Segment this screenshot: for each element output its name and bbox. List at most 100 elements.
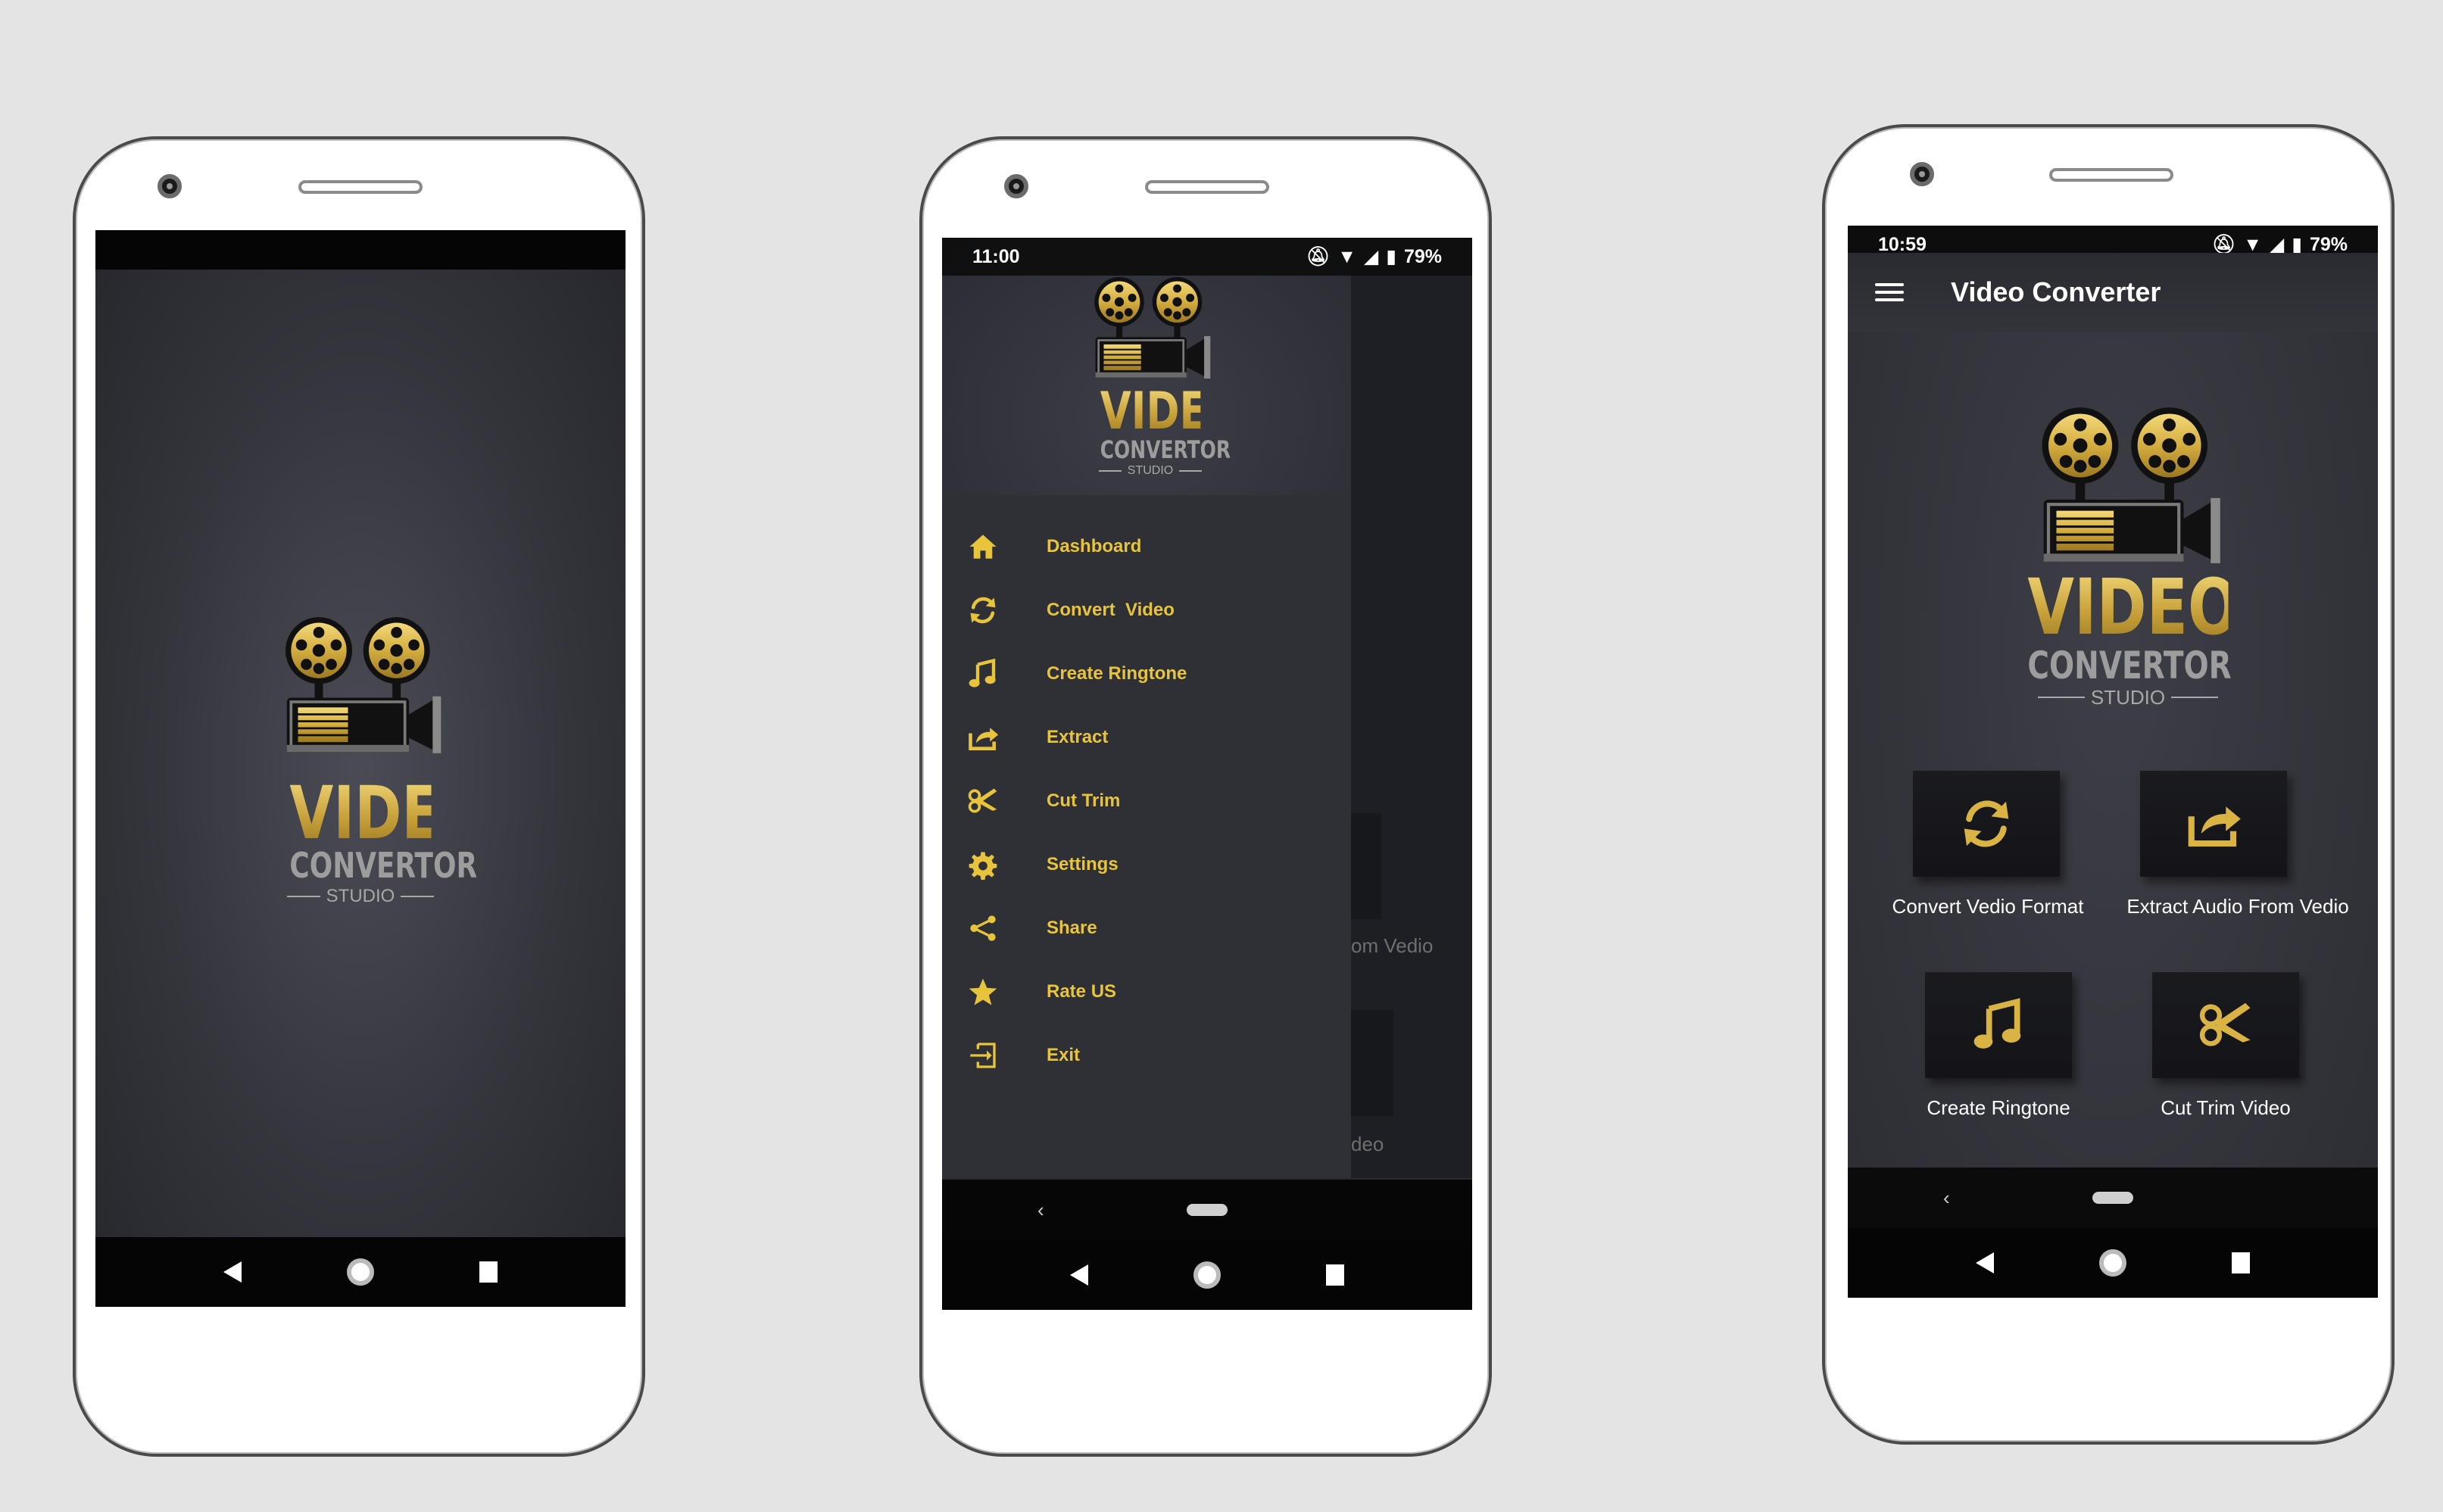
earpiece-speaker [1145,180,1269,194]
recents-button[interactable] [479,1261,498,1283]
logo-word-video: VIDEO [289,771,489,856]
film-projector-icon [1088,271,1212,385]
menu-item-label: Create Ringtone [1047,663,1187,684]
status-bar [95,230,626,270]
menu-item-label: Exit [1047,1045,1081,1065]
gear-icon [965,850,1001,880]
earpiece-speaker [298,180,423,194]
front-camera [158,174,182,198]
mute-icon: 🔕︎ [1306,245,1331,267]
battery-percent: 79% [1403,245,1442,267]
exit-icon [965,1040,1001,1071]
logo-word-studio: STUDIO [270,887,451,906]
share-arrow-icon [2184,794,2243,853]
create-ringtone-button[interactable] [1925,972,2072,1078]
logo-studio-text: STUDIO [2090,686,2166,709]
scissors-icon [2196,996,2255,1055]
extract-audio-button[interactable] [2140,771,2287,877]
navigation-bar [942,1240,1472,1310]
navigation-bar [1848,1228,2378,1298]
menu-item-label: Settings [1047,854,1119,874]
menu-item-dashboard[interactable]: Dashboard [942,515,1351,578]
menu-item-cut-trim[interactable]: Cut Trim [942,769,1351,833]
recents-button[interactable] [2231,1252,2250,1274]
back-button[interactable] [1070,1264,1089,1286]
refresh-icon [1957,794,2016,853]
phone-drawer: om Vedio deo VIDEO CONVERTOR STUDIO Dash… [919,136,1492,1457]
behind-tile-1 [1351,813,1381,919]
navigation-bar [95,1237,626,1307]
app-logo: VIDEO CONVERTOR STUDIO [270,598,489,906]
home-icon [965,531,1001,563]
menu-item-exit[interactable]: Exit [942,1024,1351,1087]
earpiece-speaker [2049,168,2173,182]
home-button[interactable] [2098,1249,2126,1277]
film-projector-icon [277,598,444,772]
menu-item-label: Rate US [1047,981,1117,1002]
battery-icon: ▮ [1386,246,1396,267]
app-title: Video Converter [1951,276,2161,307]
dashboard-screen: 10:59 🔕︎ ▼ ◢ ▮ 79% Video Converter VIDEO… [1848,226,2378,1298]
logo-word-studio: STUDIO [1086,465,1215,477]
menu-item-convert-video[interactable]: Convert Video [942,578,1351,642]
wifi-icon: ▼ [1337,245,1356,267]
home-pill[interactable] [1187,1204,1228,1216]
signal-icon: ◢ [1363,246,1379,267]
phone-splash: VIDEO CONVERTOR STUDIO [73,136,645,1457]
app-bar: Video Converter [1848,253,2378,332]
phone-dashboard: 10:59 🔕︎ ▼ ◢ ▮ 79% Video Converter VIDEO… [1822,124,2395,1445]
star-icon [965,976,1001,1008]
chevron-left-icon[interactable]: ‹ [1037,1199,1044,1222]
menu-item-settings[interactable]: Settings [942,833,1351,896]
menu-item-label: Share [1047,918,1097,938]
menu-item-extract[interactable]: Extract [942,706,1351,769]
gesture-bar: ‹ [1848,1168,2378,1228]
front-camera [1910,162,1934,186]
splash-screen: VIDEO CONVERTOR STUDIO [95,230,626,1307]
back-button[interactable] [223,1261,242,1283]
convert-video-format-button[interactable] [1913,771,2060,877]
tile-label: Convert Vedio Format [1892,895,2084,918]
logo-word-convertor: CONVERTOR [289,845,478,886]
content-behind-drawer: om Vedio deo [1351,276,1472,1178]
cut-trim-video-button[interactable] [2152,972,2299,1078]
menu-item-share[interactable]: Share [942,896,1351,960]
menu-item-rate-us[interactable]: Rate US [942,960,1351,1024]
app-logo: VIDEO CONVERTOR STUDIO [1999,406,2257,707]
logo-word-video: VIDEO [1100,382,1241,441]
logo-studio-text: STUDIO [1127,464,1174,477]
music-note-icon [1970,997,2026,1053]
logo-word-studio: STUDIO [1999,687,2257,707]
front-camera [1004,174,1028,198]
music-note-icon [965,658,1001,690]
gesture-bar: ‹ [942,1180,1472,1240]
status-bar: 11:00 🔕︎ ▼ ◢ ▮ 79% [942,238,1472,276]
film-projector-icon [1999,406,2257,565]
home-pill[interactable] [2092,1192,2133,1204]
tile-label: Cut Trim Video [2161,1096,2291,1119]
drawer-header: VIDEO CONVERTOR STUDIO [942,238,1351,495]
share-arrow-icon [965,721,1001,754]
behind-tile-2 [1351,1010,1393,1116]
drawer-logo: VIDEO CONVERTOR STUDIO [1086,271,1241,477]
menu-item-label: Cut Trim [1047,790,1121,811]
menu-item-label: Extract [1047,727,1109,747]
drawer-screen: om Vedio deo VIDEO CONVERTOR STUDIO Dash… [942,238,1472,1310]
status-time: 11:00 [972,245,1020,267]
logo-word-convertor: CONVERTOR [2027,644,2232,687]
home-button[interactable] [346,1258,374,1286]
back-button[interactable] [1976,1252,1995,1274]
menu-item-label: Dashboard [1047,536,1142,556]
tile-label: Extract Audio From Vedio [2126,895,2349,918]
recents-button[interactable] [1325,1264,1344,1286]
logo-word-convertor: CONVERTOR [1100,435,1231,464]
chevron-left-icon[interactable]: ‹ [1943,1186,1950,1210]
menu-item-create-ringtone[interactable]: Create Ringtone [942,642,1351,706]
share-icon [965,913,1001,943]
menu-item-label: Convert Video [1047,600,1175,620]
navigation-drawer: VIDEO CONVERTOR STUDIO Dashboard Convert… [942,238,1351,1178]
status-icons: 🔕︎ ▼ ◢ ▮ 79% [1306,245,1442,268]
home-button[interactable] [1193,1261,1221,1289]
hamburger-menu-icon[interactable] [1875,283,1904,301]
scissors-icon [965,784,1001,818]
